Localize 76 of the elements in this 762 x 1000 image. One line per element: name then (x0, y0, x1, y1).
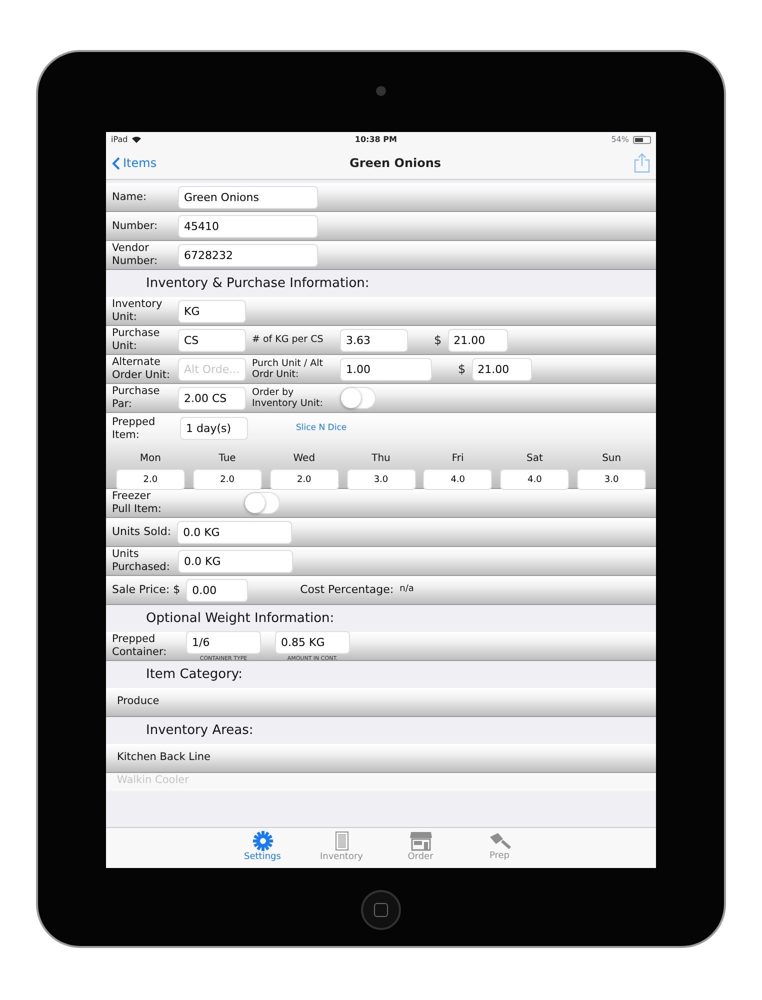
input-field[interactable]: 21.00 (448, 328, 508, 352)
input-field[interactable]: 3.0 (577, 469, 646, 490)
input-field[interactable]: 0.0 KG (177, 520, 292, 544)
list-item[interactable]: Produce (112, 694, 160, 710)
list-item[interactable]: Kitchen Back Line (112, 750, 211, 766)
input-field[interactable]: 1 day(s) (180, 417, 248, 440)
back-button[interactable]: Items (112, 154, 157, 172)
section-header: Item Category: (145, 666, 244, 684)
day-label: Thu (370, 452, 392, 466)
field-label: Order by Inventory Unit: (252, 386, 324, 410)
toggle-switch[interactable] (244, 492, 280, 514)
field-label: Sale Price: $ (112, 582, 180, 598)
input-field[interactable]: 2.0 (192, 469, 262, 490)
cleaver-icon (488, 832, 512, 850)
home-button[interactable] (361, 890, 401, 930)
section-header: Inventory Areas: (145, 722, 254, 740)
field-label: Freezer Pull Item: (112, 490, 162, 516)
input-field[interactable]: 0.0 KG (178, 550, 293, 572)
camera-lens (376, 86, 386, 96)
document-icon (334, 831, 348, 852)
field-label: Units Sold: (112, 524, 172, 540)
field-label: Inventory Unit: (112, 298, 164, 324)
input-field[interactable]: 0.00 (186, 578, 248, 602)
input-field[interactable]: Alt Orde... (178, 358, 246, 380)
section-header: Optional Weight Information: (145, 610, 336, 628)
day-label: Tue (218, 452, 237, 466)
currency-symbol: $ (434, 332, 442, 349)
field-label: Prepped Item: (112, 416, 156, 442)
share-button[interactable] (634, 153, 650, 173)
input-field[interactable]: 1/6 (186, 630, 261, 654)
input-field[interactable]: 2.0 (116, 469, 185, 490)
input-field[interactable]: 1.00 (340, 358, 432, 380)
device-name: iPad (111, 134, 128, 146)
field-label: Purchase Par: (112, 385, 161, 411)
prep-link[interactable]: Slice N Dice (296, 422, 347, 435)
day-label: Sun (601, 452, 622, 466)
storefront-icon (408, 831, 432, 852)
input-field[interactable]: 6728232 (178, 244, 318, 266)
field-label: Purchase Unit: (112, 327, 161, 353)
field-label: Purch Unit / Alt Ordr Unit: (252, 358, 324, 380)
input-field[interactable]: 3.0 (346, 469, 416, 490)
battery-icon (633, 136, 651, 144)
nav-title: Green Onions (350, 155, 442, 172)
field-label: Units Purchased: (112, 548, 171, 574)
day-label: Fri (450, 452, 465, 466)
input-field[interactable]: 45410 (178, 214, 318, 238)
day-label: Mon (138, 452, 162, 466)
input-field[interactable]: KG (178, 300, 246, 322)
input-field[interactable]: 3.63 (340, 328, 408, 352)
tab-button[interactable]: Settings (233, 828, 292, 868)
field-label: # of KG per CS (252, 334, 324, 346)
input-field[interactable]: CS (178, 328, 246, 352)
field-label: Prepped Container: (112, 633, 168, 659)
day-label: Wed (292, 452, 316, 466)
input-field[interactable]: 21.00 (472, 358, 532, 380)
toggle-switch[interactable] (340, 387, 376, 409)
chevron-icon (112, 156, 120, 170)
field-label: Alternate Order Unit: (112, 356, 172, 382)
currency-symbol: $ (458, 361, 466, 378)
field-label: Vendor Number: (112, 242, 159, 268)
day-label: Sat (526, 452, 544, 466)
status-time: 10:38 PM (354, 134, 397, 146)
gear-icon (252, 831, 272, 852)
field-label: Name: (112, 190, 148, 204)
value-text: n/a (400, 583, 414, 596)
input-field[interactable]: 4.0 (423, 469, 492, 490)
input-field[interactable]: Green Onions (178, 186, 318, 208)
section-header: Inventory & Purchase Information: (145, 274, 370, 293)
input-field[interactable]: 0.85 KG (275, 630, 350, 654)
input-field[interactable]: 2.00 CS (178, 386, 246, 410)
field-label: Number: (112, 220, 159, 232)
wifi-icon (132, 136, 141, 143)
input-field[interactable]: 4.0 (500, 469, 570, 490)
input-field[interactable]: 2.0 (270, 469, 339, 490)
battery-percent: 54% (611, 134, 629, 146)
field-label: Cost Percentage: (300, 582, 394, 598)
